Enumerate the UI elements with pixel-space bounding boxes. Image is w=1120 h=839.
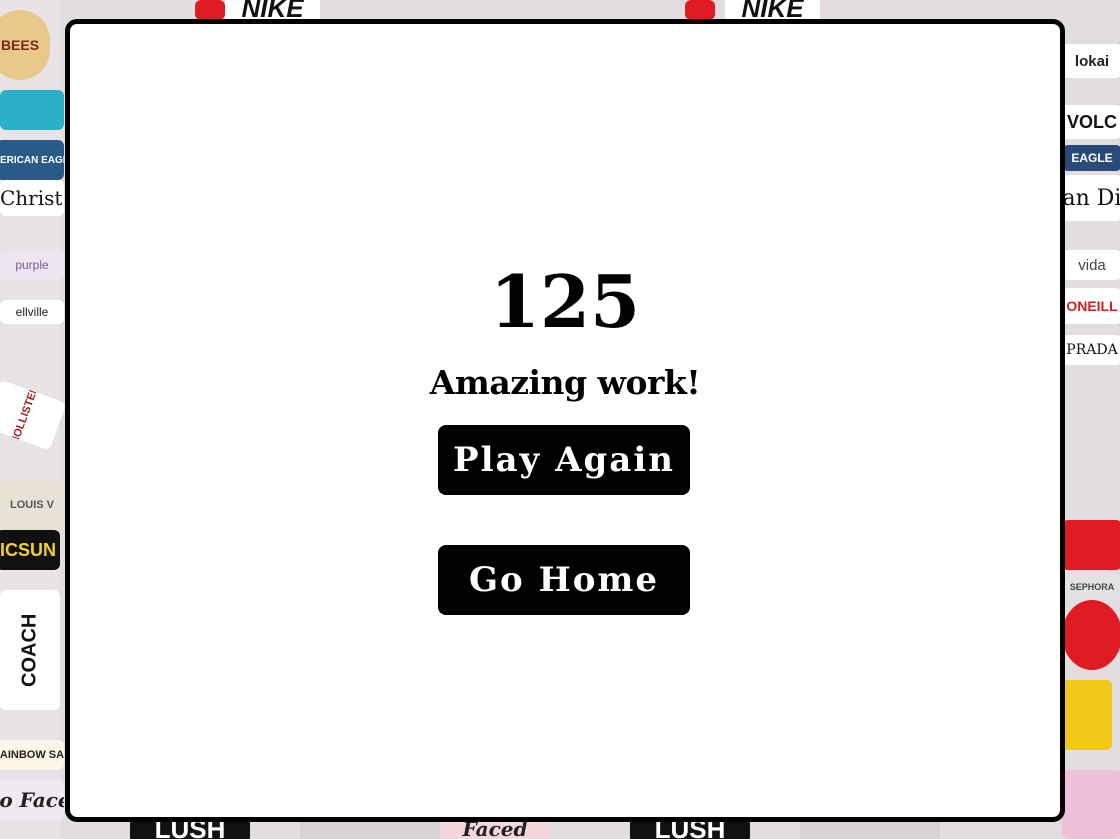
bg-color-block xyxy=(685,0,715,20)
bg-sticker: ONEILL xyxy=(1062,288,1120,324)
game-over-panel: 125 Amazing work! Play Again Go Home xyxy=(65,19,1065,822)
bg-sticker: VOLC xyxy=(1062,105,1120,139)
bg-sticker: AMERICAN EAGLE xyxy=(0,140,64,180)
bg-color-block xyxy=(195,0,225,20)
play-again-button[interactable]: Play Again xyxy=(438,425,690,495)
bg-color-block xyxy=(1062,600,1120,670)
bg-sticker: an Di xyxy=(1062,175,1120,221)
bg-sticker: EAGLE xyxy=(1062,145,1120,171)
bg-sticker: ellville xyxy=(0,300,64,324)
bg-sticker: RAINBOW SA xyxy=(0,740,64,770)
bg-sticker: Christ xyxy=(0,180,64,216)
bg-color-block xyxy=(1062,770,1120,839)
bg-sticker: SEPHORA xyxy=(1062,575,1120,599)
bg-sticker: Too Faced xyxy=(0,780,64,820)
bg-color-block xyxy=(1062,520,1120,570)
result-message: Amazing work! xyxy=(429,363,701,402)
bg-sticker: LOUIS V xyxy=(0,480,64,530)
bg-sticker: purple xyxy=(0,250,64,280)
bg-sticker: vida xyxy=(1062,250,1120,280)
bg-color-block xyxy=(1062,680,1112,750)
go-home-button[interactable]: Go Home xyxy=(438,545,690,615)
final-score: 125 xyxy=(489,259,641,344)
bg-sticker: BEES xyxy=(0,10,50,80)
bg-sticker: ICSUN xyxy=(0,530,60,570)
bg-sticker: HOLLISTER xyxy=(0,379,67,451)
bg-sticker: lokai xyxy=(1062,44,1120,78)
bg-sticker: COACH xyxy=(0,590,60,710)
bg-sticker: PRADA xyxy=(1062,335,1120,365)
bg-color-block xyxy=(0,90,64,130)
